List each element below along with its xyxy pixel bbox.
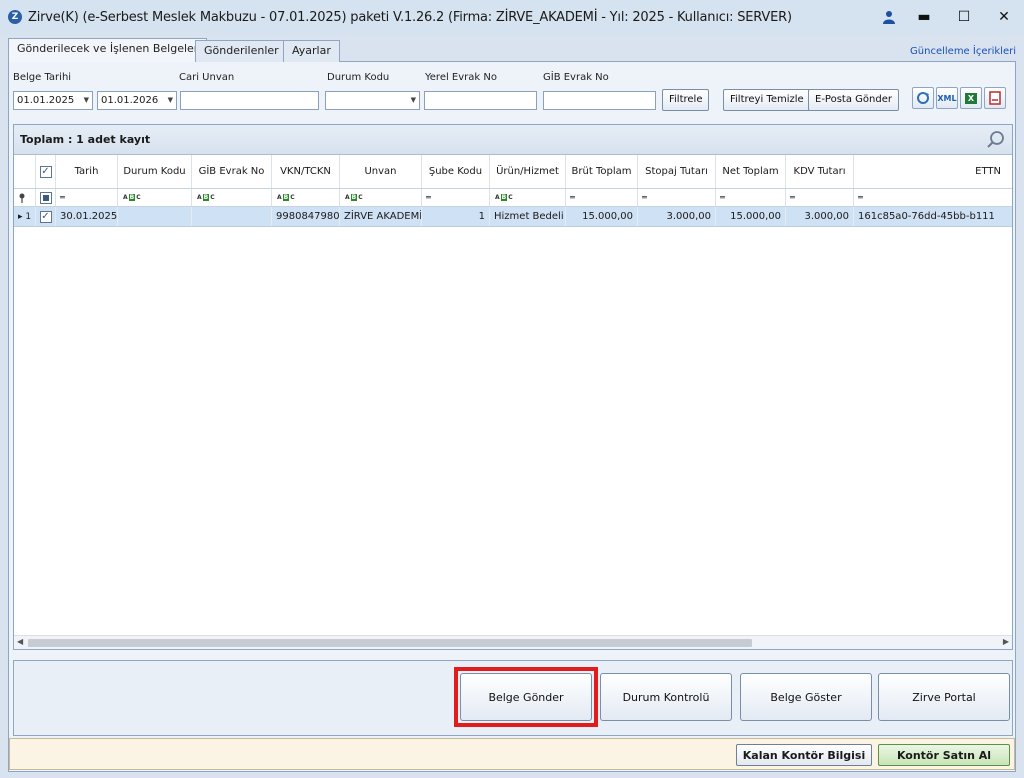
grid-header-row: ✓ Tarih Durum Kodu GİB Evrak No VKN/TCKN…	[14, 155, 1012, 189]
scroll-left-icon[interactable]: ◀	[17, 637, 23, 646]
refresh-icon[interactable]	[912, 87, 934, 109]
date-from-input[interactable]: 01.01.2025 ▼	[13, 91, 93, 110]
cell-tarih: 30.01.2025	[56, 207, 118, 226]
scroll-right-icon[interactable]: ▶	[1003, 637, 1009, 646]
row-indicator: ▸ 1	[14, 207, 36, 226]
col-durum-kodu[interactable]: Durum Kodu	[118, 155, 192, 188]
cell-kdv: 3.000,00	[786, 207, 854, 226]
filter-abc-icon[interactable]: ABC	[272, 189, 340, 206]
filter-equals-icon[interactable]: ═	[854, 189, 1012, 206]
filter-abc-icon[interactable]: ABC	[490, 189, 566, 206]
chevron-down-icon: ▼	[83, 96, 89, 104]
scrollbar-thumb[interactable]	[28, 639, 752, 647]
highlight-box	[454, 667, 598, 727]
kalan-kontor-button[interactable]: Kalan Kontör Bilgisi	[736, 744, 872, 766]
filtrele-button[interactable]: Filtrele	[662, 89, 710, 111]
filter-checkbox[interactable]	[36, 189, 56, 206]
cell-durum-kodu	[118, 207, 192, 226]
cell-gib-evrak-no	[192, 207, 272, 226]
col-ettn[interactable]: ETTN	[854, 155, 1012, 188]
col-gib-evrak-no[interactable]: GİB Evrak No	[192, 155, 272, 188]
guncelleme-link[interactable]: Güncelleme İçerikleri	[910, 46, 1016, 57]
zirve-portal-button[interactable]: Zirve Portal	[878, 673, 1010, 721]
cari-unvan-label: Cari Unvan	[179, 72, 235, 83]
documents-grid: Toplam : 1 adet kayıt ✓ Tarih Durum Kodu…	[13, 124, 1013, 650]
maximize-button[interactable]: ☐	[944, 0, 984, 34]
filtreyi-temizle-button[interactable]: Filtreyi Temizle	[723, 89, 811, 111]
filter-equals-icon[interactable]: ═	[638, 189, 716, 206]
col-brut-toplam[interactable]: Brüt Toplam	[566, 155, 638, 188]
chevron-down-icon: ▼	[410, 96, 416, 104]
col-stopaj-tutari[interactable]: Stopaj Tutarı	[638, 155, 716, 188]
row-checkbox[interactable]: ✓	[36, 207, 56, 226]
cell-ettn: 161c85a0-76dd-45bb-b111	[854, 207, 1012, 226]
gib-evrak-input[interactable]	[543, 91, 656, 110]
record-count: Toplam : 1 adet kayıt	[20, 133, 151, 146]
tab-bar: Gönderilecek ve İşlenen Belgeler Gönderi…	[8, 38, 1016, 63]
durum-kodu-label: Durum Kodu	[327, 72, 390, 83]
filter-equals-icon[interactable]: ═	[56, 189, 118, 206]
xml-export-icon[interactable]: XML	[936, 87, 958, 109]
filter-equals-icon[interactable]: ═	[422, 189, 490, 206]
col-sube-kodu[interactable]: Şube Kodu	[422, 155, 490, 188]
cell-unvan: ZİRVE AKADEMİ	[340, 207, 422, 226]
filter-equals-icon[interactable]: ═	[566, 189, 638, 206]
user-icon[interactable]	[874, 0, 904, 34]
filter-abc-icon[interactable]: ABC	[340, 189, 422, 206]
app-logo-icon: Z	[8, 10, 22, 24]
eposta-gonder-button[interactable]: E-Posta Gönder	[808, 89, 899, 111]
cell-urun-hizmet: Hizmet Bedeli	[490, 207, 566, 226]
grid-summary-bar: Toplam : 1 adet kayıt	[14, 125, 1012, 155]
durum-kodu-select[interactable]: ▼	[325, 91, 420, 110]
col-kdv-tutari[interactable]: KDV Tutarı	[786, 155, 854, 188]
horizontal-scrollbar[interactable]: ◀ ▶	[14, 635, 1012, 649]
filter-equals-icon[interactable]: ═	[716, 189, 786, 206]
tab-gonderilenler[interactable]: Gönderilenler	[195, 40, 288, 62]
belge-goster-button[interactable]: Belge Göster	[740, 673, 872, 721]
cell-vkn: 9980847980	[272, 207, 340, 226]
minimize-button[interactable]: ▬	[904, 0, 944, 34]
kontor-satin-al-button[interactable]: Kontör Satın Al	[878, 744, 1010, 766]
tab-gonderilecek[interactable]: Gönderilecek ve İşlenen Belgeler	[8, 38, 208, 63]
gib-evrak-label: GİB Evrak No	[543, 72, 609, 83]
chevron-down-icon: ▼	[167, 96, 173, 104]
status-bar: Kalan Kontör Bilgisi Kontör Satın Al	[9, 738, 1015, 770]
yerel-evrak-input[interactable]	[424, 91, 537, 110]
tab-ayarlar[interactable]: Ayarlar	[283, 40, 340, 62]
table-row[interactable]: ▸ 1 ✓ 30.01.2025 9980847980 ZİRVE AKADEM…	[14, 207, 1012, 227]
cell-stopaj: 3.000,00	[638, 207, 716, 226]
search-icon[interactable]	[986, 130, 1006, 150]
filter-abc-icon[interactable]: ABC	[192, 189, 272, 206]
durum-kontrolu-button[interactable]: Durum Kontrolü	[600, 673, 732, 721]
col-vkn-tckn[interactable]: VKN/TCKN	[272, 155, 340, 188]
col-unvan[interactable]: Unvan	[340, 155, 422, 188]
filter-equals-icon[interactable]: ═	[786, 189, 854, 206]
excel-export-icon[interactable]: X	[960, 87, 982, 109]
filter-abc-icon[interactable]: ABC	[118, 189, 192, 206]
cell-brut-toplam: 15.000,00	[566, 207, 638, 226]
cell-sube-kodu: 1	[422, 207, 490, 226]
main-panel: Belge Tarihi 01.01.2025 ▼ 01.01.2026 ▼ Car…	[8, 62, 1016, 772]
cell-net-toplam: 15.000,00	[716, 207, 786, 226]
select-all-checkbox[interactable]: ✓	[36, 155, 56, 188]
filter-pin-icon[interactable]	[14, 189, 36, 206]
date-to-input[interactable]: 01.01.2026 ▼	[97, 91, 177, 110]
grid-filter-row: ═ ABC ABC ABC ABC ═ ABC ═ ═ ═ ═ ═	[14, 189, 1012, 207]
col-tarih[interactable]: Tarih	[56, 155, 118, 188]
col-urun-hizmet[interactable]: Ürün/Hizmet	[490, 155, 566, 188]
cari-unvan-input[interactable]	[180, 91, 319, 110]
title-bar: Z Zirve(K) (e-Serbest Meslek Makbuzu - 0…	[0, 0, 1024, 34]
pdf-export-icon[interactable]	[984, 87, 1006, 109]
window-title: Zirve(K) (e-Serbest Meslek Makbuzu - 07.…	[28, 9, 792, 25]
yerel-evrak-label: Yerel Evrak No	[425, 72, 497, 83]
close-button[interactable]: ✕	[984, 0, 1024, 34]
belge-tarihi-label: Belge Tarihi	[13, 72, 72, 83]
col-net-toplam[interactable]: Net Toplam	[716, 155, 786, 188]
action-bar: Belge Gönder Durum Kontrolü Belge Göster…	[13, 660, 1013, 736]
